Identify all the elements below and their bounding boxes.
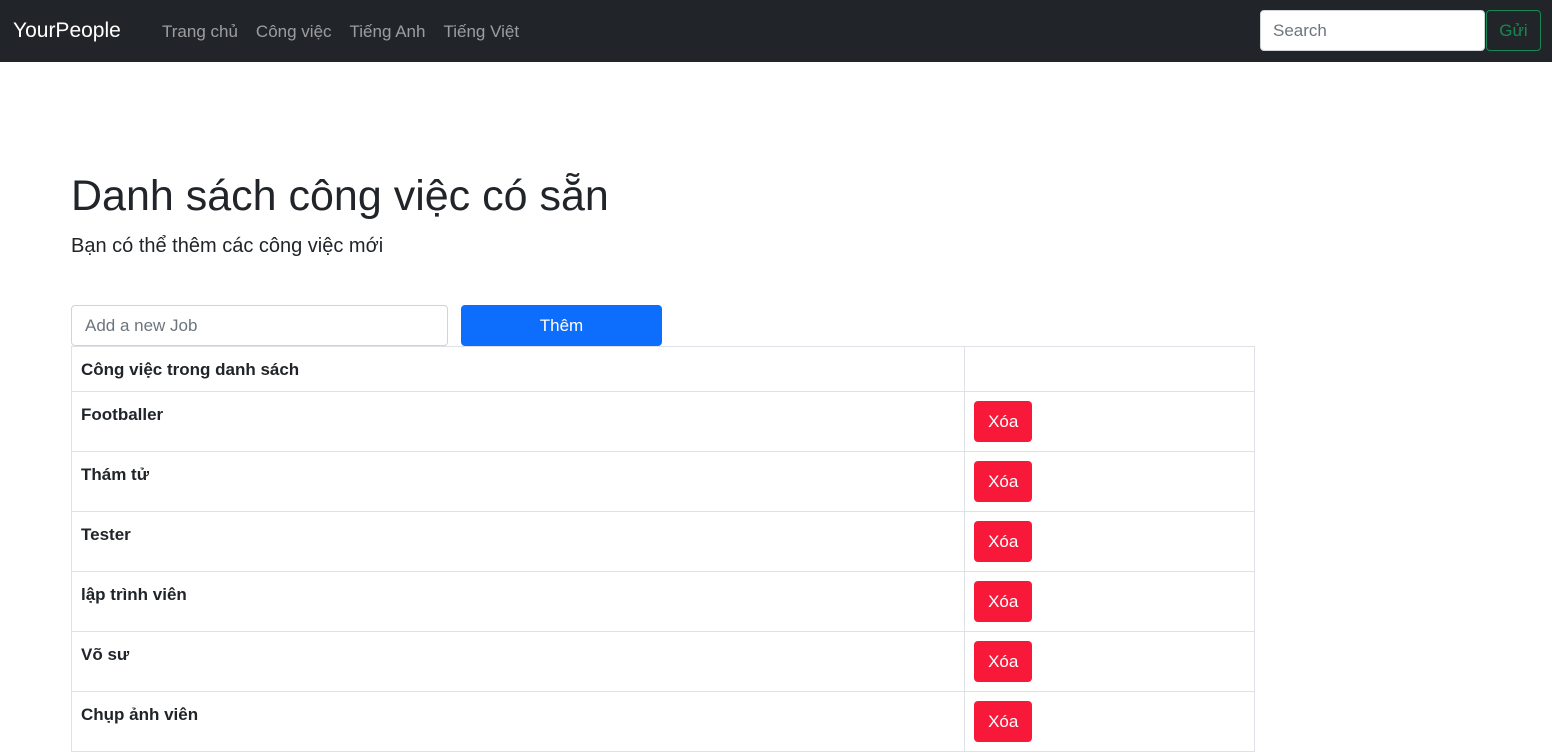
delete-button[interactable]: Xóa — [974, 461, 1033, 502]
nav-links: Trang chủ Công việc Tiếng Anh Tiếng Việt — [162, 20, 537, 44]
page-lead: Bạn có thể thêm các công việc mới — [71, 235, 384, 257]
delete-button[interactable]: Xóa — [974, 521, 1033, 562]
job-name: Võ sư — [70, 631, 966, 692]
action-cell: Xóa — [964, 571, 1255, 632]
column-header-job: Công việc trong danh sách — [70, 346, 966, 392]
new-job-input[interactable] — [71, 305, 448, 346]
table-header-row: Công việc trong danh sách — [70, 346, 1255, 392]
table-row: lập trình viên Xóa — [70, 571, 1255, 632]
table-row: Thám tử Xóa — [70, 451, 1255, 512]
job-table: Công việc trong danh sách Footballer Xóa… — [70, 346, 1255, 752]
table-row: Footballer Xóa — [70, 391, 1255, 452]
job-name: Footballer — [70, 391, 966, 452]
action-cell: Xóa — [964, 631, 1255, 692]
job-name: Thám tử — [70, 451, 966, 512]
delete-button[interactable]: Xóa — [974, 701, 1033, 742]
top-navbar: YourPeople Trang chủ Công việc Tiếng Anh… — [0, 0, 1552, 62]
table-row: Chụp ảnh viên Xóa — [70, 691, 1255, 752]
page-title: Danh sách công việc có sẵn — [71, 172, 609, 220]
search-submit-button[interactable]: Gửi — [1486, 10, 1541, 51]
nav-link-cong-viec[interactable]: Công việc — [256, 20, 332, 44]
brand-link[interactable]: YourPeople — [13, 17, 121, 45]
action-cell: Xóa — [964, 391, 1255, 452]
job-name: Tester — [70, 511, 966, 572]
delete-button[interactable]: Xóa — [974, 581, 1033, 622]
action-cell: Xóa — [964, 451, 1255, 512]
search-input[interactable] — [1260, 10, 1485, 51]
action-cell: Xóa — [964, 511, 1255, 572]
delete-button[interactable]: Xóa — [974, 401, 1033, 442]
add-job-button[interactable]: Thêm — [461, 305, 662, 346]
job-name: Chụp ảnh viên — [70, 691, 966, 752]
nav-link-trang-chu[interactable]: Trang chủ — [162, 20, 238, 44]
column-header-action — [964, 346, 1255, 392]
action-cell: Xóa — [964, 691, 1255, 752]
table-row: Võ sư Xóa — [70, 631, 1255, 692]
table-row: Tester Xóa — [70, 511, 1255, 572]
nav-link-tieng-viet[interactable]: Tiếng Việt — [443, 20, 519, 44]
nav-link-tieng-anh[interactable]: Tiếng Anh — [350, 20, 426, 44]
delete-button[interactable]: Xóa — [974, 641, 1033, 682]
job-name: lập trình viên — [70, 571, 966, 632]
